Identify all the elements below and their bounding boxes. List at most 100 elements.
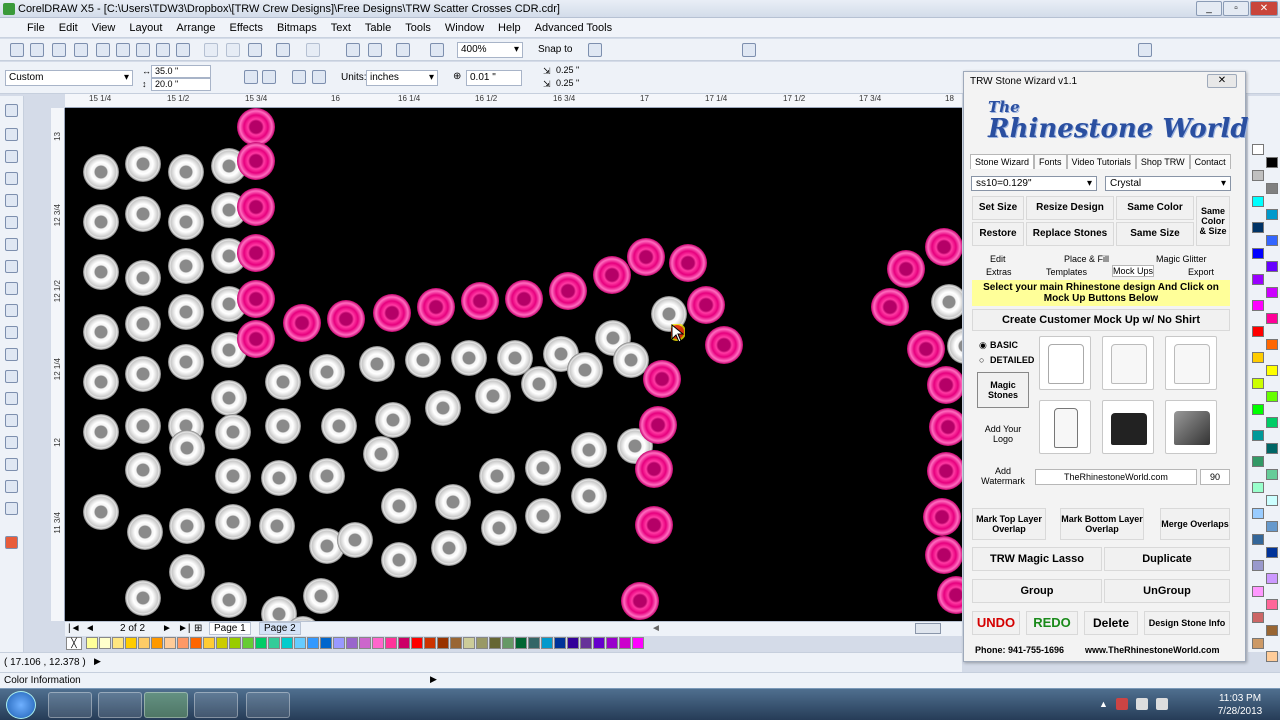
- crystal-rhinestone[interactable]: [259, 508, 295, 544]
- crystal-rhinestone[interactable]: [435, 484, 471, 520]
- crystal-rhinestone[interactable]: [211, 582, 247, 618]
- color-swatch[interactable]: [1266, 443, 1278, 454]
- pick-tool-icon[interactable]: [5, 104, 18, 117]
- fuchsia-rhinestone[interactable]: [237, 320, 275, 358]
- wizard-close-button[interactable]: ✕: [1207, 74, 1237, 88]
- color-swatch[interactable]: [1266, 573, 1278, 584]
- crystal-rhinestone[interactable]: [125, 452, 161, 488]
- crystal-rhinestone[interactable]: [169, 508, 205, 544]
- flag-icon[interactable]: [1116, 698, 1128, 710]
- color-swatch[interactable]: [593, 637, 605, 649]
- start-button[interactable]: [6, 691, 36, 719]
- crystal-rhinestone[interactable]: [83, 254, 119, 290]
- color-swatch[interactable]: [1252, 534, 1264, 545]
- all-pages-icon[interactable]: [292, 70, 306, 84]
- color-swatch[interactable]: [1252, 482, 1264, 493]
- subtab-export[interactable]: Export: [1188, 267, 1214, 277]
- crystal-rhinestone[interactable]: [425, 390, 461, 426]
- menu-arrange[interactable]: Arrange: [169, 22, 222, 34]
- color-swatch[interactable]: [385, 637, 397, 649]
- crystal-rhinestone[interactable]: [83, 314, 119, 350]
- zoom-tool-icon[interactable]: [5, 172, 18, 185]
- mesh-fill-icon[interactable]: [5, 502, 18, 515]
- fuchsia-rhinestone[interactable]: [237, 142, 275, 180]
- color-swatch[interactable]: [476, 637, 488, 649]
- crop-tool-icon[interactable]: [5, 150, 18, 163]
- fuchsia-rhinestone[interactable]: [927, 366, 962, 404]
- color-swatch[interactable]: [502, 637, 514, 649]
- rectangle-tool-icon[interactable]: [5, 238, 18, 251]
- menu-view[interactable]: View: [85, 22, 123, 34]
- crystal-rhinestone[interactable]: [381, 542, 417, 578]
- fuchsia-rhinestone[interactable]: [669, 244, 707, 282]
- color-swatch[interactable]: [1252, 326, 1264, 337]
- crystal-rhinestone[interactable]: [261, 596, 297, 621]
- color-swatch[interactable]: [398, 637, 410, 649]
- resize-design-button[interactable]: Resize Design: [1026, 196, 1114, 220]
- color-swatch[interactable]: [1266, 547, 1278, 558]
- menu-help[interactable]: Help: [491, 22, 528, 34]
- color-swatch[interactable]: [1266, 261, 1278, 272]
- stone-size-select[interactable]: ss10=0.129" ▾: [971, 176, 1097, 191]
- drawing-canvas[interactable]: [65, 108, 962, 621]
- add-page-icon[interactable]: ⊞: [194, 623, 202, 634]
- clock-time[interactable]: 11:03 PM: [1214, 693, 1266, 704]
- color-swatch[interactable]: [1266, 521, 1278, 532]
- restore-button[interactable]: Restore: [972, 222, 1024, 246]
- lock-toolbar-icon[interactable]: [742, 43, 756, 57]
- menu-layout[interactable]: Layout: [122, 22, 169, 34]
- mockup-black-tshirt-button[interactable]: [1039, 336, 1091, 390]
- fuchsia-rhinestone[interactable]: [505, 280, 543, 318]
- add-logo-button[interactable]: Add Your Logo: [977, 416, 1029, 452]
- crystal-rhinestone[interactable]: [215, 458, 251, 494]
- color-swatch[interactable]: [1266, 339, 1278, 350]
- color-swatch[interactable]: [307, 637, 319, 649]
- color-swatch[interactable]: [528, 637, 540, 649]
- crystal-rhinestone[interactable]: [521, 366, 557, 402]
- minimize-button[interactable]: _: [1196, 1, 1222, 16]
- crystal-rhinestone[interactable]: [451, 340, 487, 376]
- color-swatch[interactable]: [125, 637, 137, 649]
- crystal-rhinestone[interactable]: [125, 356, 161, 392]
- crystal-rhinestone[interactable]: [168, 344, 204, 380]
- fuchsia-rhinestone[interactable]: [635, 506, 673, 544]
- menu-edit[interactable]: Edit: [52, 22, 85, 34]
- fuchsia-rhinestone[interactable]: [907, 330, 945, 368]
- color-swatch[interactable]: [554, 637, 566, 649]
- fuchsia-rhinestone[interactable]: [929, 408, 962, 446]
- page-tab-1[interactable]: Page 1: [209, 622, 251, 635]
- stone-color-select[interactable]: Crystal ▾: [1105, 176, 1231, 191]
- outline-tool-icon[interactable]: [5, 436, 18, 449]
- color-swatch[interactable]: [1266, 417, 1278, 428]
- folder-taskbar-icon[interactable]: [194, 692, 238, 718]
- mockup-bag-button[interactable]: [1102, 400, 1154, 454]
- group-button[interactable]: Group: [972, 579, 1102, 603]
- crystal-rhinestone[interactable]: [168, 294, 204, 330]
- color-swatch[interactable]: [580, 637, 592, 649]
- radio-detailed-icon[interactable]: ○: [979, 355, 984, 365]
- zoom-select[interactable]: 400% ▾: [457, 42, 523, 58]
- mockup-white-tshirt-button[interactable]: [1102, 336, 1154, 390]
- color-swatch[interactable]: [632, 637, 644, 649]
- color-swatch[interactable]: [1266, 365, 1278, 376]
- mockup-fitted-tshirt-button[interactable]: [1165, 336, 1217, 390]
- color-swatch[interactable]: [567, 637, 579, 649]
- menu-table[interactable]: Table: [358, 22, 398, 34]
- fuchsia-rhinestone[interactable]: [417, 288, 455, 326]
- color-swatch[interactable]: [1252, 404, 1264, 415]
- color-swatch[interactable]: [619, 637, 631, 649]
- crystal-rhinestone[interactable]: [363, 436, 399, 472]
- fuchsia-rhinestone[interactable]: [923, 498, 961, 536]
- crystal-rhinestone[interactable]: [215, 414, 251, 450]
- redo-button[interactable]: REDO: [1026, 611, 1078, 635]
- color-swatch[interactable]: [1266, 469, 1278, 480]
- freehand-tool-icon[interactable]: [5, 194, 18, 207]
- fuchsia-rhinestone[interactable]: [925, 536, 962, 574]
- color-swatch[interactable]: [606, 637, 618, 649]
- color-swatch[interactable]: [268, 637, 280, 649]
- polygon-tool-icon[interactable]: [5, 282, 18, 295]
- export-icon[interactable]: [74, 43, 88, 57]
- subtab-mock-ups[interactable]: Mock Ups: [1112, 265, 1155, 277]
- fuchsia-rhinestone[interactable]: [373, 294, 411, 332]
- color-swatch[interactable]: [1252, 378, 1264, 389]
